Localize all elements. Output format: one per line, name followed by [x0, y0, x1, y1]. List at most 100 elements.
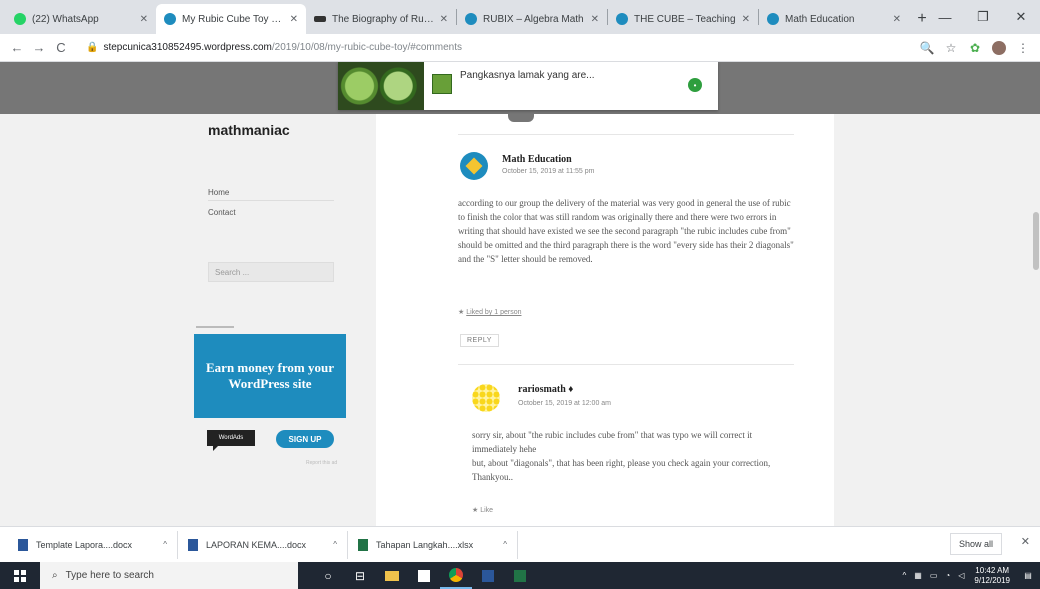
- tab-label: (22) WhatsApp: [32, 13, 99, 25]
- extension-icon[interactable]: ✿: [964, 37, 986, 59]
- site-title[interactable]: mathmaniac: [208, 122, 290, 138]
- comment-body: sorry sir, about "the rubic includes cub…: [472, 430, 771, 482]
- notification-text: Pangkasnya lamak yang are...: [460, 70, 595, 81]
- comment-date[interactable]: October 15, 2019 at 11:55 pm: [502, 168, 595, 175]
- comment-author[interactable]: rariosmath ♦: [518, 384, 573, 395]
- tab-rubix[interactable]: RUBIX – Algebra Math ✕: [457, 4, 607, 34]
- address-bar[interactable]: 🔒 stepcunica310852495.wordpress.com /201…: [80, 37, 906, 59]
- tab-the-cube[interactable]: THE CUBE – Teaching ✕: [608, 4, 758, 34]
- tab-strip: (22) WhatsApp ✕ My Rubic Cube Toy — Word…: [0, 0, 1040, 34]
- taskbar-search[interactable]: ⌕ Type here to search: [40, 562, 298, 589]
- windows-taskbar: ⌕ Type here to search ○ ⊟ ^ ▦ ▭ ◔ ◁ 10:4…: [0, 562, 1040, 589]
- chevron-up-icon[interactable]: ^: [899, 571, 911, 580]
- zoom-icon[interactable]: 🔍: [916, 37, 938, 59]
- like-link[interactable]: ★ Like: [472, 506, 493, 514]
- sidebar-link-contact[interactable]: Contact: [208, 208, 236, 217]
- battery-icon[interactable]: ▭: [926, 571, 942, 580]
- chevron-up-icon[interactable]: ^: [503, 540, 507, 549]
- reply-button[interactable]: REPLY: [460, 334, 499, 347]
- tab-label: The Biography of Rubik: [332, 13, 436, 25]
- download-item[interactable]: Template Lapora....docx ^: [8, 530, 178, 559]
- report-ad-link[interactable]: Report this ad: [306, 460, 337, 466]
- comment-author[interactable]: Math Education: [502, 154, 572, 165]
- close-icon[interactable]: ✕: [290, 14, 298, 25]
- back-button[interactable]: ←: [6, 37, 28, 59]
- star-icon[interactable]: ☆: [940, 37, 962, 59]
- search-input[interactable]: Search ...: [208, 262, 334, 282]
- tab-label: My Rubic Cube Toy — WordPress: [182, 13, 286, 25]
- close-icon[interactable]: ✕: [140, 14, 148, 25]
- divider: [458, 364, 794, 365]
- signup-button[interactable]: SIGN UP: [276, 430, 334, 448]
- site-icon: [314, 16, 326, 22]
- word-icon[interactable]: [472, 562, 504, 589]
- tab-biography[interactable]: The Biography of Rubik ✕: [306, 4, 456, 34]
- taskbar-search-placeholder: Type here to search: [65, 570, 154, 581]
- divider: [458, 134, 794, 135]
- notification-thumbnail: [432, 74, 452, 94]
- sidebar-link-home[interactable]: Home: [208, 188, 229, 197]
- close-icon[interactable]: ✕: [893, 14, 901, 25]
- close-window-button[interactable]: ✕: [1002, 0, 1040, 34]
- download-filename: LAPORAN KEMA....docx: [206, 539, 307, 550]
- ad-banner[interactable]: Earn money from your WordPress site: [194, 334, 346, 418]
- browser-toolbar: ← → C 🔒 stepcunica310852495.wordpress.co…: [0, 34, 1040, 62]
- download-item[interactable]: Tahapan Langkah....xlsx ^: [348, 530, 518, 559]
- maximize-button[interactable]: ❐: [964, 0, 1002, 34]
- like-link[interactable]: ★ Liked by 1 person: [458, 308, 522, 316]
- minimize-button[interactable]: —: [926, 0, 964, 34]
- collapse-handle[interactable]: [508, 114, 534, 122]
- download-shelf: Template Lapora....docx ^ LAPORAN KEMA..…: [0, 526, 1040, 562]
- avatar[interactable]: [472, 384, 500, 412]
- tab-rubic-cube[interactable]: My Rubic Cube Toy — WordPress ✕: [156, 4, 306, 34]
- excel-icon[interactable]: [504, 562, 536, 589]
- reload-button[interactable]: C: [50, 37, 72, 59]
- tab-label: Math Education: [785, 13, 855, 25]
- notification-badge-icon[interactable]: •: [688, 78, 702, 92]
- chevron-up-icon[interactable]: ^: [163, 540, 167, 549]
- avatar[interactable]: [460, 152, 488, 180]
- notification-center-icon[interactable]: ▤: [1016, 562, 1040, 589]
- store-icon[interactable]: [408, 562, 440, 589]
- comment-body: according to our group the delivery of t…: [458, 198, 794, 264]
- profile-avatar[interactable]: [988, 37, 1010, 59]
- wifi-icon[interactable]: ◔: [941, 571, 954, 580]
- sidebar: mathmaniac Home Contact Search ... Earn …: [0, 114, 376, 526]
- volume-icon[interactable]: ◁: [954, 571, 968, 580]
- network-icon[interactable]: ▦: [910, 571, 926, 580]
- notification-image: [338, 62, 424, 110]
- right-margin: [834, 114, 1040, 526]
- notification-banner[interactable]: Pangkasnya lamak yang are... •: [338, 62, 718, 110]
- close-icon[interactable]: ✕: [440, 14, 448, 25]
- clock[interactable]: 10:42 AM 9/12/2019: [968, 566, 1016, 586]
- chevron-up-icon[interactable]: ^: [333, 540, 337, 549]
- wordpress-icon: [616, 13, 628, 25]
- chrome-icon[interactable]: [440, 562, 472, 589]
- forward-button[interactable]: →: [28, 37, 50, 59]
- tab-math-education[interactable]: Math Education ✕: [759, 4, 909, 34]
- window-controls: — ❐ ✕: [926, 0, 1040, 34]
- menu-icon[interactable]: ⋮: [1012, 37, 1034, 59]
- scrollbar-thumb[interactable]: [1033, 212, 1039, 270]
- close-icon[interactable]: ✕: [742, 14, 750, 25]
- scrollbar[interactable]: [1032, 114, 1040, 526]
- star-icon: ★: [458, 309, 465, 316]
- url-domain: stepcunica310852495.wordpress.com: [103, 42, 272, 53]
- windows-logo-icon: [14, 569, 26, 582]
- close-icon[interactable]: ✕: [591, 14, 599, 25]
- close-icon[interactable]: ✕: [1021, 535, 1030, 548]
- web-page: Pangkasnya lamak yang are... • mathmania…: [0, 62, 1040, 526]
- like-label: Like: [480, 507, 494, 514]
- comment-date[interactable]: October 15, 2019 at 12:00 am: [518, 400, 611, 407]
- cortana-icon[interactable]: ○: [312, 562, 344, 589]
- task-view-icon[interactable]: ⊟: [344, 562, 376, 589]
- start-button[interactable]: [0, 562, 40, 589]
- download-item[interactable]: LAPORAN KEMA....docx ^: [178, 530, 348, 559]
- file-explorer-icon[interactable]: [376, 562, 408, 589]
- tab-whatsapp[interactable]: (22) WhatsApp ✕: [6, 4, 156, 34]
- like-label: Liked by 1 person: [466, 309, 522, 316]
- wordpress-icon: [465, 13, 477, 25]
- url-path: /2019/10/08/my-rubic-cube-toy/#comments: [271, 42, 462, 53]
- show-all-button[interactable]: Show all: [949, 533, 1002, 555]
- search-icon: ⌕: [52, 570, 58, 581]
